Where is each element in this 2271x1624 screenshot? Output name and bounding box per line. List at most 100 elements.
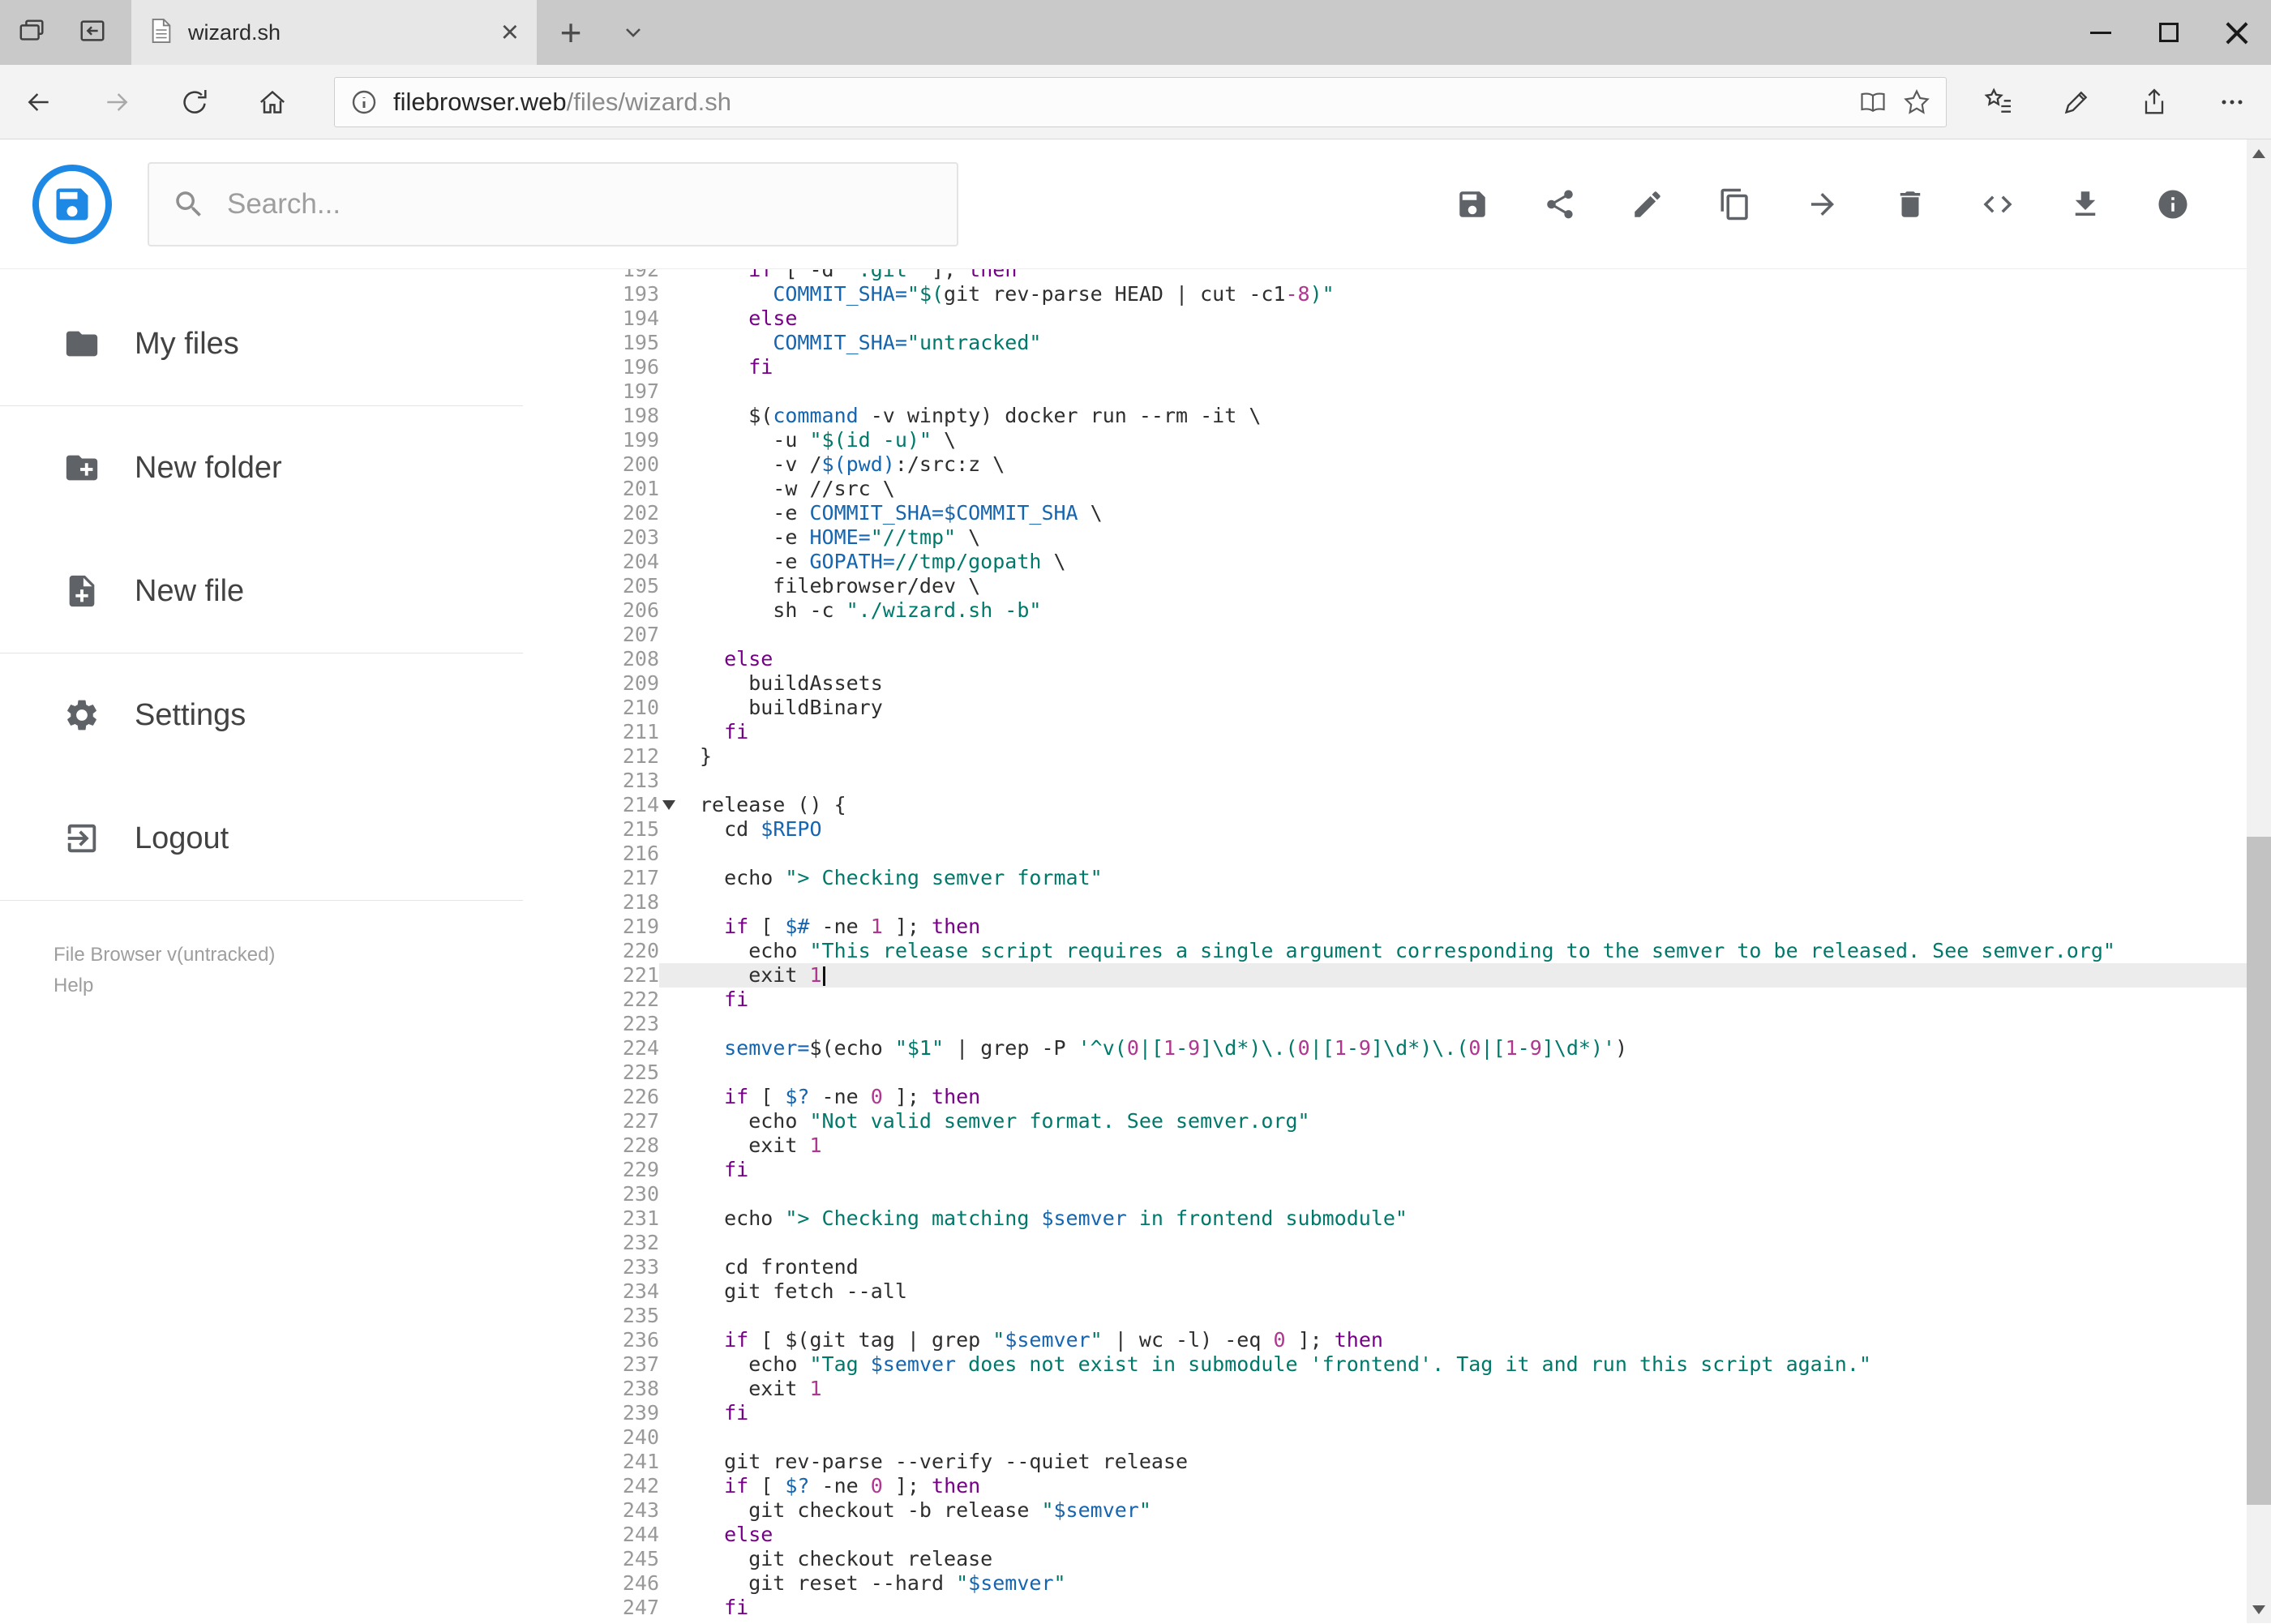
code-line[interactable]: 233 cd frontend xyxy=(523,1255,2247,1279)
code-text[interactable] xyxy=(677,1425,2247,1450)
hub-button[interactable] xyxy=(1960,65,2037,139)
move-icon[interactable] xyxy=(1806,187,1840,221)
code-line[interactable]: 201 -w //src \ xyxy=(523,477,2247,501)
help-link[interactable]: Help xyxy=(54,971,523,1001)
code-text[interactable] xyxy=(677,623,2247,647)
code-text[interactable]: else xyxy=(677,647,2247,671)
code-text[interactable]: git fetch --all xyxy=(677,1279,2247,1304)
search-bar[interactable] xyxy=(148,161,958,246)
code-line[interactable]: 215 cd $REPO xyxy=(523,817,2247,842)
code-text[interactable]: COMMIT_SHA="untracked" xyxy=(677,331,2247,355)
code-text[interactable]: echo "> Checking matching $semver in fro… xyxy=(677,1206,2247,1231)
scroll-down-arrow[interactable] xyxy=(2247,1596,2271,1623)
code-text[interactable]: else xyxy=(677,1523,2247,1547)
code-text[interactable]: COMMIT_SHA="$(git rev-parse HEAD | cut -… xyxy=(677,282,2247,306)
code-text[interactable] xyxy=(677,1061,2247,1085)
code-text[interactable]: filebrowser/dev \ xyxy=(677,574,2247,598)
code-text[interactable]: -e COMMIT_SHA=$COMMIT_SHA \ xyxy=(677,501,2247,525)
code-line[interactable]: 203 -e HOME="//tmp" \ xyxy=(523,525,2247,550)
code-line[interactable]: 209 buildAssets xyxy=(523,671,2247,696)
page-scrollbar[interactable] xyxy=(2247,139,2271,1623)
code-line[interactable]: 238 exit 1 xyxy=(523,1377,2247,1401)
page-info-icon[interactable] xyxy=(349,88,379,117)
code-text[interactable]: echo "Tag $semver does not exist in subm… xyxy=(677,1352,2247,1377)
code-line[interactable]: 197 xyxy=(523,379,2247,404)
code-line[interactable]: 244 else xyxy=(523,1523,2247,1547)
code-line[interactable]: 242 if [ $? -ne 0 ]; then xyxy=(523,1474,2247,1498)
delete-icon[interactable] xyxy=(1893,187,1927,221)
code-text[interactable]: fi xyxy=(677,988,2247,1012)
code-line[interactable]: 231 echo "> Checking matching $semver in… xyxy=(523,1206,2247,1231)
code-line[interactable]: 202 -e COMMIT_SHA=$COMMIT_SHA \ xyxy=(523,501,2247,525)
download-icon[interactable] xyxy=(2068,187,2102,221)
code-text[interactable]: git checkout release xyxy=(677,1547,2247,1571)
code-text[interactable] xyxy=(677,1012,2247,1036)
code-line[interactable]: 243 git checkout -b release "$semver" xyxy=(523,1498,2247,1523)
code-text[interactable] xyxy=(677,842,2247,866)
code-text[interactable]: git reset --hard "$semver" xyxy=(677,1571,2247,1596)
code-editor[interactable]: 192 if [ -d ".git" ]; then 193 COMMIT_SHA… xyxy=(523,269,2247,1623)
code-line[interactable]: 210 buildBinary xyxy=(523,696,2247,720)
tab-preview-icon[interactable] xyxy=(18,16,47,49)
code-line[interactable]: 221 exit 1 xyxy=(523,963,2247,988)
window-maximize-button[interactable] xyxy=(2135,0,2203,65)
refresh-button[interactable] xyxy=(156,65,234,139)
window-minimize-button[interactable] xyxy=(2067,0,2135,65)
code-line[interactable]: 213 xyxy=(523,769,2247,793)
code-text[interactable]: exit 1 xyxy=(677,1133,2247,1158)
code-text[interactable]: fi xyxy=(677,1158,2247,1182)
code-line[interactable]: 232 xyxy=(523,1231,2247,1255)
code-text[interactable]: if [ $? -ne 0 ]; then xyxy=(677,1474,2247,1498)
code-line[interactable]: 216 xyxy=(523,842,2247,866)
code-text[interactable]: semver=$(echo "$1" | grep -P '^v(0|[1-9]… xyxy=(677,1036,2247,1061)
code-line[interactable]: 225 xyxy=(523,1061,2247,1085)
code-line[interactable]: 226 if [ $? -ne 0 ]; then xyxy=(523,1085,2247,1109)
code-text[interactable]: fi xyxy=(677,1401,2247,1425)
code-text[interactable] xyxy=(677,890,2247,915)
edit-icon[interactable] xyxy=(1630,187,1665,221)
code-line[interactable]: 198 $(command -v winpty) docker run --rm… xyxy=(523,404,2247,428)
code-text[interactable]: fi xyxy=(677,1596,2247,1620)
code-line[interactable]: 208 else xyxy=(523,647,2247,671)
code-line[interactable]: 236 if [ $(git tag | grep "$semver" | wc… xyxy=(523,1328,2247,1352)
scroll-up-arrow[interactable] xyxy=(2247,139,2271,167)
code-line[interactable]: 199 -u "$(id -u)" \ xyxy=(523,428,2247,452)
favorite-star-icon[interactable] xyxy=(1902,88,1931,117)
code-text[interactable]: buildBinary xyxy=(677,696,2247,720)
code-text[interactable]: buildAssets xyxy=(677,671,2247,696)
code-line[interactable]: 227 echo "Not valid semver format. See s… xyxy=(523,1109,2247,1133)
code-line[interactable]: 223 xyxy=(523,1012,2247,1036)
code-line[interactable]: 192 if [ -d ".git" ]; then xyxy=(523,269,2247,282)
code-line[interactable]: 211 fi xyxy=(523,720,2247,744)
new-tab-button[interactable]: + xyxy=(537,0,605,65)
code-line[interactable]: 207 xyxy=(523,623,2247,647)
code-text[interactable]: fi xyxy=(677,355,2247,379)
code-line[interactable]: 230 xyxy=(523,1182,2247,1206)
code-line[interactable]: 212} xyxy=(523,744,2247,769)
code-text[interactable] xyxy=(677,379,2247,404)
code-text[interactable]: exit 1 xyxy=(677,963,2247,988)
tab-close-icon[interactable]: × xyxy=(501,17,519,48)
code-line[interactable]: 241 git rev-parse --verify --quiet relea… xyxy=(523,1450,2247,1474)
code-line[interactable]: 222 fi xyxy=(523,988,2247,1012)
code-text[interactable]: if [ -d ".git" ]; then xyxy=(677,269,2247,282)
tab-list-chevron-icon[interactable] xyxy=(605,0,662,65)
code-text[interactable]: fi xyxy=(677,720,2247,744)
code-line[interactable]: 247 fi xyxy=(523,1596,2247,1620)
share-icon[interactable] xyxy=(1543,187,1577,221)
code-text[interactable] xyxy=(677,1304,2247,1328)
copy-icon[interactable] xyxy=(1718,187,1752,221)
code-line[interactable]: 214 release () { xyxy=(523,793,2247,817)
code-text[interactable]: if [ $(git tag | grep "$semver" | wc -l)… xyxy=(677,1328,2247,1352)
code-text[interactable]: } xyxy=(677,744,2247,769)
code-line[interactable]: 245 git checkout release xyxy=(523,1547,2247,1571)
code-text[interactable]: sh -c "./wizard.sh -b" xyxy=(677,598,2247,623)
code-line[interactable]: 235 xyxy=(523,1304,2247,1328)
code-line[interactable]: 234 git fetch --all xyxy=(523,1279,2247,1304)
code-text[interactable]: -u "$(id -u)" \ xyxy=(677,428,2247,452)
code-text[interactable]: -e GOPATH=//tmp/gopath \ xyxy=(677,550,2247,574)
code-text[interactable] xyxy=(677,1231,2247,1255)
code-line[interactable]: 194 else xyxy=(523,306,2247,331)
share-button[interactable] xyxy=(2115,65,2193,139)
code-text[interactable]: exit 1 xyxy=(677,1377,2247,1401)
